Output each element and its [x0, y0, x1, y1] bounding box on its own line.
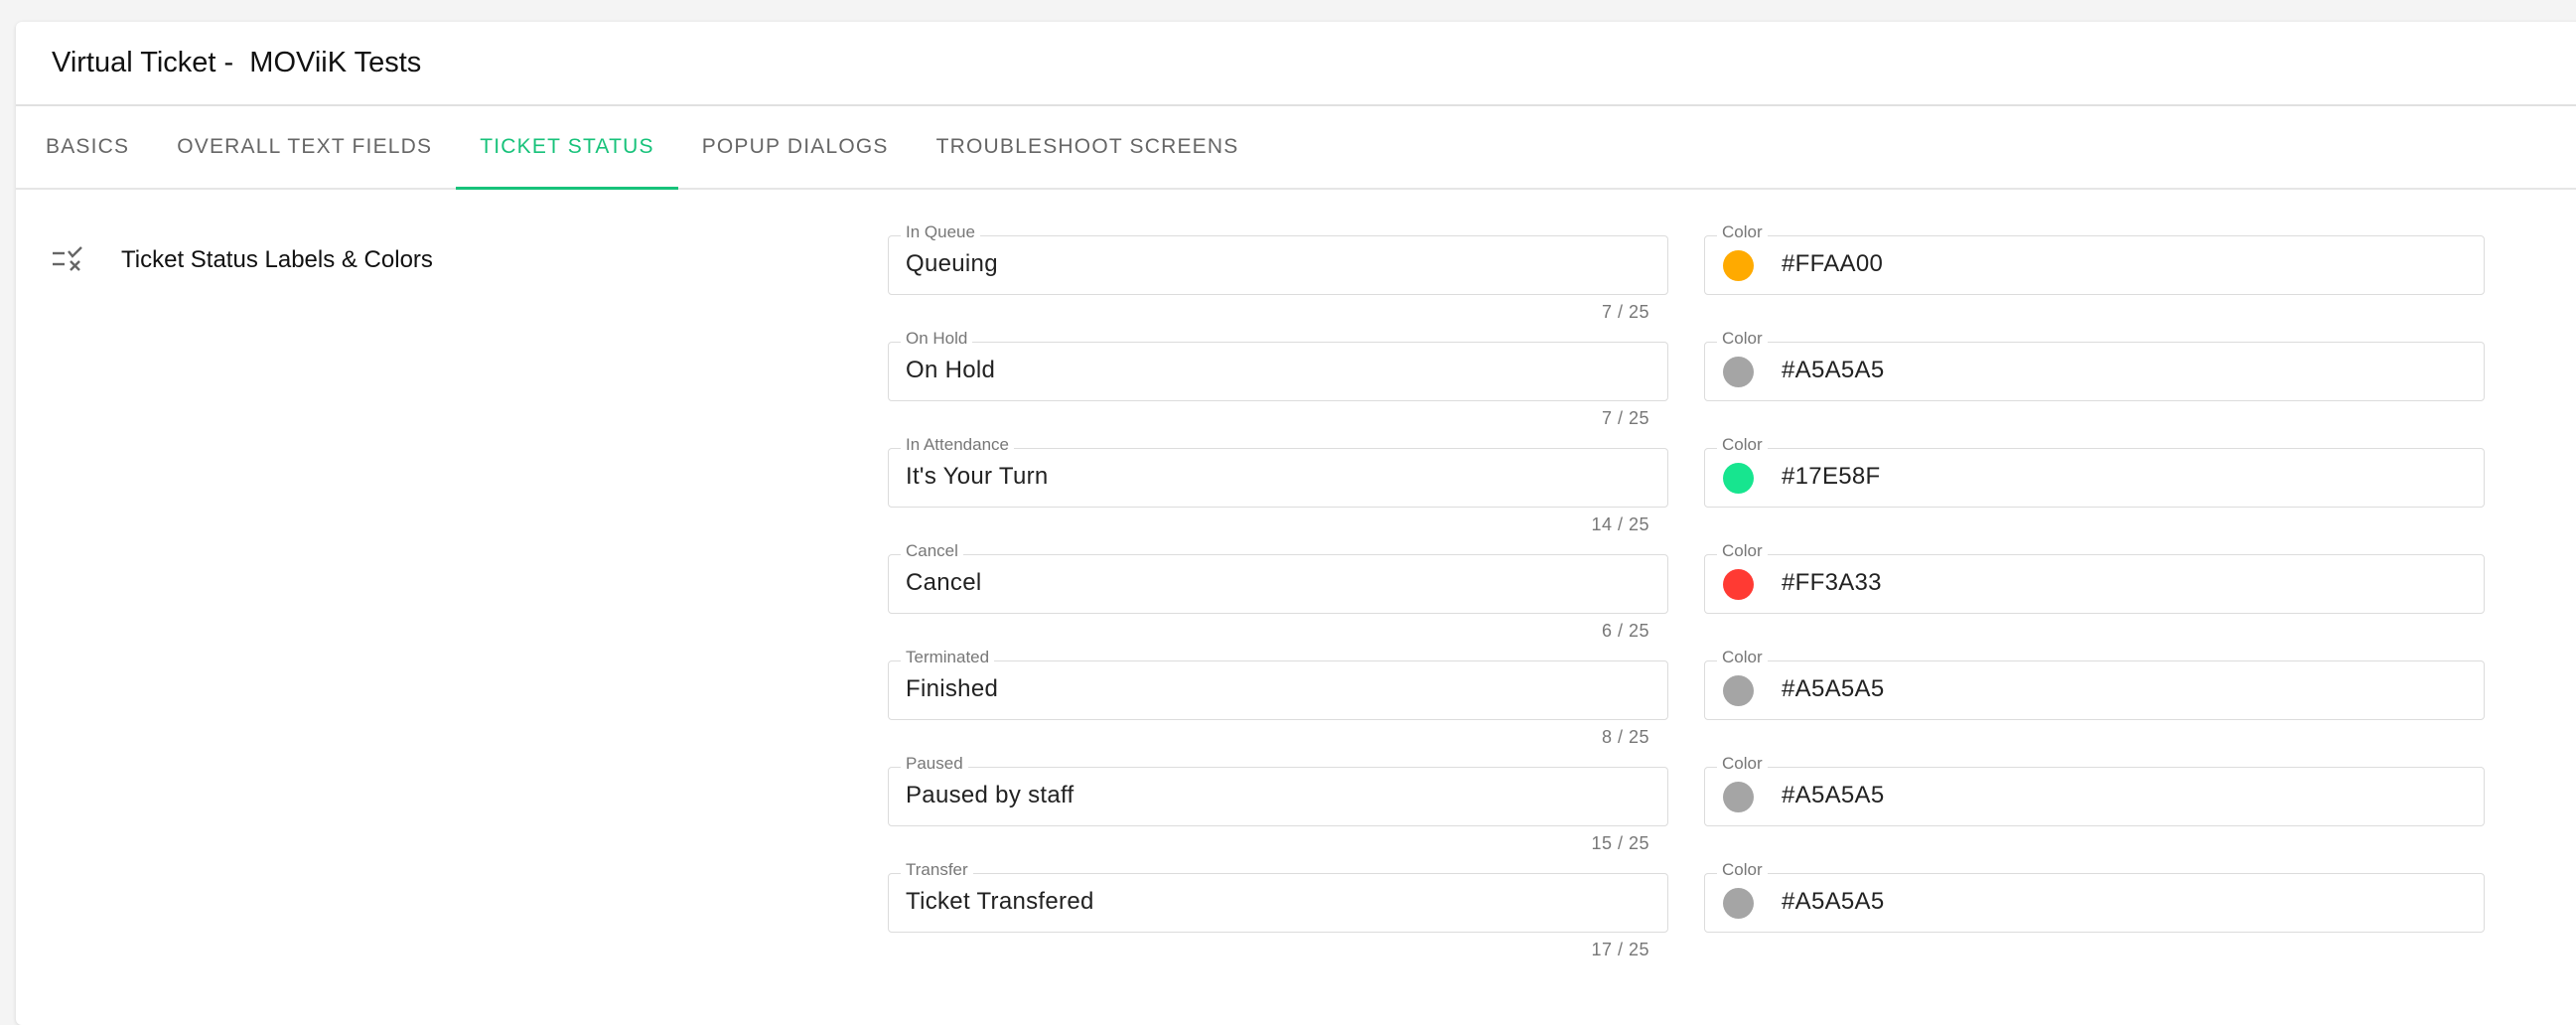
checklist-icon [52, 245, 85, 275]
section-header: Ticket Status Labels & Colors [52, 245, 433, 275]
cancel-field[interactable]: Cancel Cancel 6 / 25 [888, 541, 1668, 641]
tab-popup-dialogs[interactable]: POPUP DIALOGS [678, 106, 913, 188]
char-counter: 7 / 25 [1601, 408, 1649, 428]
transfer-field[interactable]: Transfer Ticket Transfered 17 / 25 [888, 860, 1668, 959]
status-row-in-attendance: In Attendance It's Your Turn 14 / 25 Col… [888, 435, 2485, 554]
field-value[interactable]: Cancel [906, 569, 982, 597]
field-label: Terminated [901, 648, 995, 667]
in-attendance-field[interactable]: In Attendance It's Your Turn 14 / 25 [888, 435, 1668, 534]
color-swatch[interactable] [1723, 357, 1754, 387]
settings-card: Virtual Ticket - MOViiK Tests BASICS OVE… [16, 22, 2576, 1025]
color-label: Color [1717, 648, 1768, 667]
status-row-terminated: Terminated Finished 8 / 25 Color #A5A5A5 [888, 648, 2485, 767]
color-value[interactable]: #FF3A33 [1782, 569, 1882, 597]
color-swatch[interactable] [1723, 888, 1754, 919]
field-value[interactable]: Finished [906, 675, 998, 703]
status-row-transfer: Transfer Ticket Transfered 17 / 25 Color… [888, 860, 2485, 979]
field-label: In Attendance [901, 435, 1014, 455]
field-label: On Hold [901, 329, 973, 349]
status-row-paused: Paused Paused by staff 15 / 25 Color #A5… [888, 754, 2485, 873]
field-label: Transfer [901, 860, 973, 880]
field-label: Cancel [901, 541, 963, 561]
char-counter: 6 / 25 [1601, 621, 1649, 641]
char-counter: 8 / 25 [1601, 727, 1649, 747]
color-label: Color [1717, 860, 1768, 880]
paused-color-field[interactable]: Color #A5A5A5 [1704, 754, 2485, 826]
color-label: Color [1717, 541, 1768, 561]
color-label: Color [1717, 754, 1768, 774]
terminated-color-field[interactable]: Color #A5A5A5 [1704, 648, 2485, 720]
field-label: Paused [901, 754, 968, 774]
tab-bar: BASICS OVERALL TEXT FIELDS TICKET STATUS… [16, 106, 2576, 190]
ticket-status-section: Ticket Status Labels & Colors In Queue Q… [16, 190, 2576, 964]
in-queue-field[interactable]: In Queue Queuing 7 / 25 [888, 222, 1668, 322]
field-value[interactable]: Paused by staff [906, 782, 1074, 809]
color-swatch[interactable] [1723, 675, 1754, 706]
color-value[interactable]: #A5A5A5 [1782, 357, 1885, 384]
color-value[interactable]: #17E58F [1782, 463, 1881, 491]
char-counter: 15 / 25 [1591, 833, 1649, 853]
color-swatch[interactable] [1723, 569, 1754, 600]
color-value[interactable]: #A5A5A5 [1782, 782, 1885, 809]
field-value[interactable]: On Hold [906, 357, 995, 384]
tab-overall-text-fields[interactable]: OVERALL TEXT FIELDS [153, 106, 456, 188]
on-hold-field[interactable]: On Hold On Hold 7 / 25 [888, 329, 1668, 428]
cancel-color-field[interactable]: Color #FF3A33 [1704, 541, 2485, 614]
tab-basics[interactable]: BASICS [22, 106, 153, 188]
transfer-color-field[interactable]: Color #A5A5A5 [1704, 860, 2485, 933]
color-value[interactable]: #A5A5A5 [1782, 888, 1885, 916]
status-row-in-queue: In Queue Queuing 7 / 25 Color #FFAA00 [888, 222, 2485, 342]
page-title: Virtual Ticket - MOViiK Tests [52, 47, 422, 78]
tab-ticket-status[interactable]: TICKET STATUS [456, 106, 679, 190]
field-value[interactable]: Ticket Transfered [906, 888, 1094, 916]
field-value[interactable]: Queuing [906, 250, 998, 278]
in-attendance-color-field[interactable]: Color #17E58F [1704, 435, 2485, 508]
in-queue-color-field[interactable]: Color #FFAA00 [1704, 222, 2485, 295]
paused-field[interactable]: Paused Paused by staff 15 / 25 [888, 754, 1668, 853]
status-row-on-hold: On Hold On Hold 7 / 25 Color #A5A5A5 [888, 329, 2485, 448]
color-label: Color [1717, 329, 1768, 349]
color-value[interactable]: #A5A5A5 [1782, 675, 1885, 703]
char-counter: 14 / 25 [1591, 514, 1649, 534]
section-title: Ticket Status Labels & Colors [121, 246, 433, 273]
color-swatch[interactable] [1723, 463, 1754, 494]
page-header: Virtual Ticket - MOViiK Tests [16, 22, 2576, 106]
color-label: Color [1717, 222, 1768, 242]
color-value[interactable]: #FFAA00 [1782, 250, 1883, 278]
terminated-field[interactable]: Terminated Finished 8 / 25 [888, 648, 1668, 747]
char-counter: 7 / 25 [1601, 302, 1649, 322]
field-label: In Queue [901, 222, 980, 242]
color-label: Color [1717, 435, 1768, 455]
color-swatch[interactable] [1723, 782, 1754, 812]
tab-troubleshoot-screens[interactable]: TROUBLESHOOT SCREENS [913, 106, 1263, 188]
char-counter: 17 / 25 [1591, 940, 1649, 959]
on-hold-color-field[interactable]: Color #A5A5A5 [1704, 329, 2485, 401]
status-rows: In Queue Queuing 7 / 25 Color #FFAA00 On… [888, 222, 2485, 979]
field-value[interactable]: It's Your Turn [906, 463, 1049, 491]
color-swatch[interactable] [1723, 250, 1754, 281]
status-row-cancel: Cancel Cancel 6 / 25 Color #FF3A33 [888, 541, 2485, 660]
